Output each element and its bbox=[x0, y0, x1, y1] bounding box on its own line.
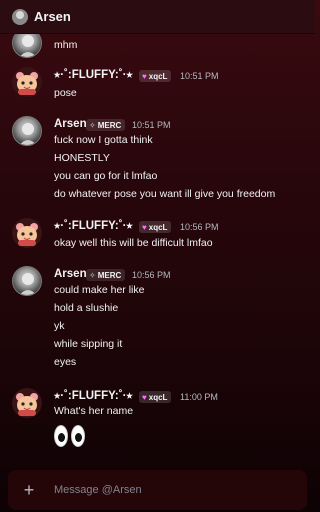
avatar[interactable] bbox=[12, 116, 42, 146]
timestamp: 10:51 PM bbox=[132, 120, 171, 130]
diamond-icon: ✧ bbox=[89, 270, 96, 280]
message-line: yk bbox=[54, 320, 65, 332]
avatar[interactable] bbox=[12, 67, 42, 97]
diamond-icon: ✧ bbox=[89, 120, 96, 130]
message-line: mhm bbox=[54, 39, 78, 51]
eyes-emoji[interactable] bbox=[54, 425, 85, 447]
message-line: fuck now I gotta think bbox=[54, 134, 153, 146]
message-line: pose bbox=[54, 87, 77, 99]
timestamp: 10:56 PM bbox=[180, 222, 219, 232]
username[interactable]: Arsen bbox=[54, 268, 87, 280]
message-line: while sipping it bbox=[54, 338, 123, 350]
avatar[interactable] bbox=[12, 34, 42, 58]
message-line: What's her name bbox=[54, 405, 134, 417]
username[interactable]: Arsen bbox=[54, 118, 87, 130]
timestamp: 11:00 PM bbox=[180, 392, 218, 402]
dm-header: Arsen bbox=[0, 0, 315, 34]
message-line: HONESTLY bbox=[54, 152, 110, 164]
message-line: could make her like bbox=[54, 284, 145, 296]
heart-icon: ♥ bbox=[142, 222, 147, 232]
message-line: okay well this will be difficult lmfao bbox=[54, 237, 213, 249]
user-tag[interactable]: ✧ MERC bbox=[86, 269, 126, 281]
username[interactable]: ⭑·˚:FLUFFY:˚·⭑ bbox=[54, 220, 133, 233]
heart-icon: ♥ bbox=[142, 71, 147, 81]
username[interactable]: ⭑·˚:FLUFFY:˚·⭑ bbox=[54, 390, 133, 403]
message-line: hold a slushie bbox=[54, 302, 119, 314]
eye-left-icon bbox=[54, 425, 68, 447]
username[interactable]: ⭑·˚:FLUFFY:˚·⭑ bbox=[54, 69, 133, 82]
user-tag[interactable]: ♥ xqcL bbox=[139, 391, 172, 403]
message-composer: + bbox=[8, 470, 307, 510]
message-line: you can go for it lmfao bbox=[54, 170, 158, 182]
avatar[interactable] bbox=[12, 388, 42, 418]
message-line: eyes bbox=[54, 356, 77, 368]
timestamp: 10:51 PM bbox=[180, 71, 219, 81]
message-input[interactable] bbox=[52, 483, 276, 497]
timestamp: 10:56 PM bbox=[132, 270, 171, 280]
message-line: do whatever pose you want ill give you f… bbox=[54, 188, 276, 200]
message-list[interactable]: mhm ⭑·˚:FLUFFY:˚·⭑ ♥ xqcL 10:51 PM pose … bbox=[0, 34, 315, 464]
user-tag[interactable]: ✧ MERC bbox=[86, 119, 126, 131]
user-tag[interactable]: ♥ xqcL bbox=[139, 221, 172, 233]
dm-title[interactable]: Arsen bbox=[34, 9, 71, 24]
heart-icon: ♥ bbox=[142, 392, 147, 402]
avatar[interactable] bbox=[12, 266, 42, 296]
add-attachment-icon[interactable]: + bbox=[14, 480, 44, 501]
avatar[interactable] bbox=[12, 218, 42, 248]
header-avatar[interactable] bbox=[12, 8, 28, 25]
user-tag[interactable]: ♥ xqcL bbox=[139, 70, 172, 82]
eye-right-icon bbox=[71, 425, 85, 447]
